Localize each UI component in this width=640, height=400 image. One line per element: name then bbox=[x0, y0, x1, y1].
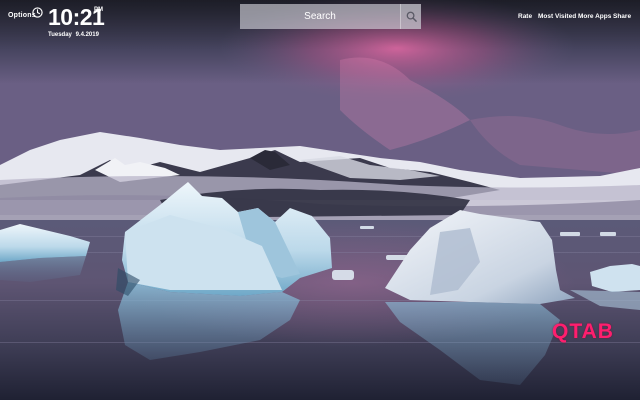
clock-icon bbox=[32, 7, 43, 18]
search-icon bbox=[406, 11, 417, 22]
nav-most-visited[interactable]: Most Visited bbox=[538, 13, 576, 20]
nav-more-apps[interactable]: More Apps bbox=[578, 13, 611, 20]
clock-day: Tuesday bbox=[48, 32, 72, 38]
search-button[interactable] bbox=[400, 4, 421, 29]
clock-date: Tuesday 9.4.2019 bbox=[48, 32, 99, 38]
nav-share[interactable]: Share bbox=[613, 13, 631, 20]
clock-date-value: 9.4.2019 bbox=[75, 32, 99, 38]
qtab-logo: QTAB bbox=[552, 320, 614, 343]
nav-rate[interactable]: Rate bbox=[518, 13, 532, 20]
background-wallpaper bbox=[0, 0, 640, 400]
clock-ampm: PM bbox=[94, 7, 103, 13]
top-bar: Options 10:21 PM Tuesday 9.4.2019 Rate M… bbox=[0, 0, 640, 44]
search-bar bbox=[240, 4, 421, 29]
search-input[interactable] bbox=[240, 4, 400, 29]
